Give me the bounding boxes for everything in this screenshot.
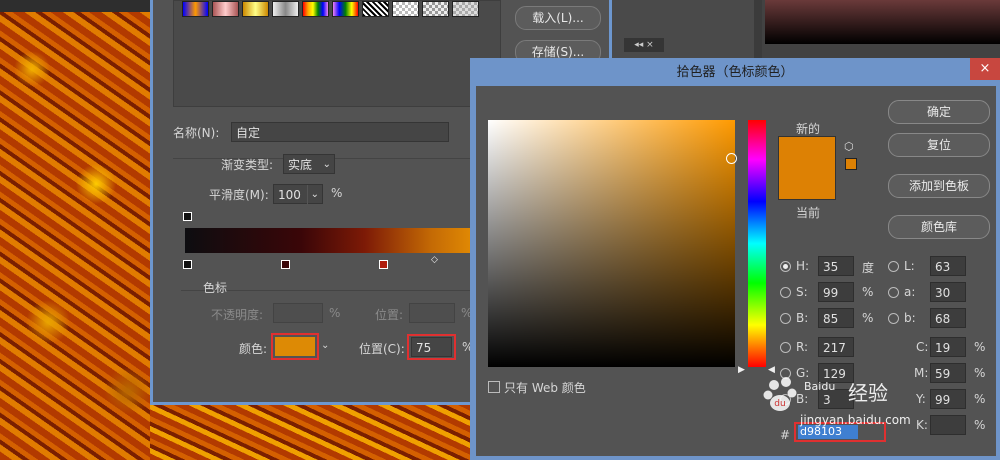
canvas-top-bar bbox=[0, 0, 155, 12]
web-only-label: 只有 Web 颜色 bbox=[504, 381, 586, 395]
h-unit: 度 bbox=[862, 261, 875, 275]
smoothness-value: 100 bbox=[278, 188, 301, 202]
color-cursor[interactable] bbox=[726, 153, 737, 164]
s-input[interactable]: 99 bbox=[818, 282, 854, 302]
stop-color-swatch[interactable] bbox=[275, 337, 315, 356]
b-input[interactable]: 85 bbox=[818, 308, 854, 328]
color-position-input[interactable]: 75 bbox=[411, 337, 452, 357]
preset-swatch[interactable] bbox=[242, 1, 269, 17]
color-libraries-button[interactable]: 颜色库 bbox=[888, 215, 990, 239]
preset-swatch[interactable] bbox=[302, 1, 329, 17]
opacity-position-input bbox=[409, 303, 455, 323]
chevron-down-icon: ⌄ bbox=[306, 185, 319, 205]
radio-b[interactable] bbox=[780, 313, 791, 324]
watermark-name: 经验 bbox=[848, 381, 888, 405]
picker-title: 拾色器（色标颜色） bbox=[676, 65, 794, 80]
h-input[interactable]: 35 bbox=[818, 256, 854, 276]
smoothness-input[interactable]: 100 ⌄ bbox=[273, 184, 323, 205]
radio-a[interactable] bbox=[888, 287, 899, 298]
saturation-brightness-field[interactable] bbox=[488, 120, 737, 367]
l-label: L: bbox=[904, 259, 915, 273]
new-color-swatch bbox=[778, 136, 836, 200]
gradient-type-select[interactable]: 实底 ⌄ bbox=[283, 154, 335, 174]
color-panel-field[interactable] bbox=[765, 0, 1000, 44]
opacity-unit: % bbox=[329, 306, 341, 320]
color-label: 颜色: bbox=[239, 342, 268, 356]
radio-r[interactable] bbox=[780, 342, 791, 353]
preset-swatch[interactable] bbox=[362, 1, 389, 17]
name-input[interactable]: 自定 bbox=[231, 122, 449, 142]
b-unit: % bbox=[862, 311, 874, 325]
preset-swatch[interactable] bbox=[212, 1, 239, 17]
opacity-stop[interactable] bbox=[183, 212, 192, 221]
a-input[interactable]: 30 bbox=[930, 282, 966, 302]
canvas-image-bottom bbox=[150, 405, 480, 460]
hue-arrow-right-icon[interactable]: ◀ bbox=[768, 365, 775, 375]
preset-swatch[interactable] bbox=[332, 1, 359, 17]
ok-button[interactable]: 确定 bbox=[888, 100, 990, 124]
svg-text:du: du bbox=[774, 399, 785, 409]
chevron-down-icon: ⌄ bbox=[322, 159, 331, 170]
stops-group-label: 色标 bbox=[203, 281, 228, 295]
gradient-presets bbox=[173, 0, 501, 107]
watermark-brand: Baidu bbox=[804, 380, 836, 393]
gradient-type-value: 实底 bbox=[288, 158, 313, 172]
h-label: H: bbox=[796, 259, 810, 273]
current-color-label: 当前 bbox=[796, 206, 821, 220]
baidu-watermark: du Baidu 经验 jingyan.baidu.com bbox=[760, 375, 1000, 435]
gradient-type-label: 渐变类型: bbox=[221, 158, 274, 172]
web-safe-swatch[interactable] bbox=[845, 158, 857, 170]
color-stop[interactable] bbox=[183, 260, 192, 269]
collapse-icon[interactable]: ◂◂ × bbox=[624, 38, 664, 52]
l-input[interactable]: 63 bbox=[930, 256, 966, 276]
preset-swatch[interactable] bbox=[422, 1, 449, 17]
smoothness-unit: % bbox=[331, 186, 343, 200]
reset-button[interactable]: 复位 bbox=[888, 133, 990, 157]
lab-b-label: b: bbox=[904, 311, 916, 325]
opacity-input bbox=[273, 303, 323, 323]
color-position-label: 位置(C): bbox=[359, 342, 405, 356]
s-unit: % bbox=[862, 285, 874, 299]
b-label: B: bbox=[796, 311, 809, 325]
preset-swatch[interactable] bbox=[182, 1, 209, 17]
r-label: R: bbox=[796, 340, 809, 354]
color-stop[interactable] bbox=[281, 260, 290, 269]
gradient-bar[interactable] bbox=[185, 228, 475, 253]
radio-l[interactable] bbox=[888, 261, 899, 272]
load-button[interactable]: 载入(L)... bbox=[515, 6, 601, 30]
radio-h[interactable] bbox=[780, 261, 791, 272]
a-label: a: bbox=[904, 285, 916, 299]
c-input[interactable]: 19 bbox=[930, 337, 966, 357]
opacity-position-label: 位置: bbox=[375, 308, 404, 322]
hue-arrow-left-icon[interactable]: ▶ bbox=[738, 365, 745, 375]
name-label: 名称(N): bbox=[173, 126, 220, 140]
add-to-swatches-button[interactable]: 添加到色板 bbox=[888, 174, 990, 198]
chevron-down-icon[interactable]: ⌄ bbox=[321, 340, 329, 351]
preset-swatch[interactable] bbox=[272, 1, 299, 17]
radio-lab-b[interactable] bbox=[888, 313, 899, 324]
preset-swatch[interactable] bbox=[392, 1, 419, 17]
color-stop[interactable] bbox=[379, 260, 388, 269]
c-unit: % bbox=[974, 340, 986, 354]
watermark-url: jingyan.baidu.com bbox=[800, 413, 911, 427]
opacity-label: 不透明度: bbox=[211, 308, 264, 322]
cube-icon[interactable]: ⬡ bbox=[844, 140, 854, 153]
s-label: S: bbox=[796, 285, 808, 299]
preset-swatch[interactable] bbox=[452, 1, 479, 17]
side-panel: ◂◂ × bbox=[612, 0, 754, 58]
close-button[interactable]: × bbox=[970, 58, 1000, 80]
lab-b-input[interactable]: 68 bbox=[930, 308, 966, 328]
r-input[interactable]: 217 bbox=[818, 337, 854, 357]
smoothness-label: 平滑度(M): bbox=[209, 188, 269, 202]
midpoint-diamond-icon[interactable]: ◇ bbox=[431, 255, 438, 265]
new-color-label: 新的 bbox=[796, 122, 821, 136]
canvas-image bbox=[0, 0, 160, 460]
hue-slider[interactable] bbox=[748, 120, 766, 367]
radio-s[interactable] bbox=[780, 287, 791, 298]
web-only-checkbox[interactable] bbox=[488, 381, 500, 393]
c-label: C: bbox=[916, 340, 929, 354]
